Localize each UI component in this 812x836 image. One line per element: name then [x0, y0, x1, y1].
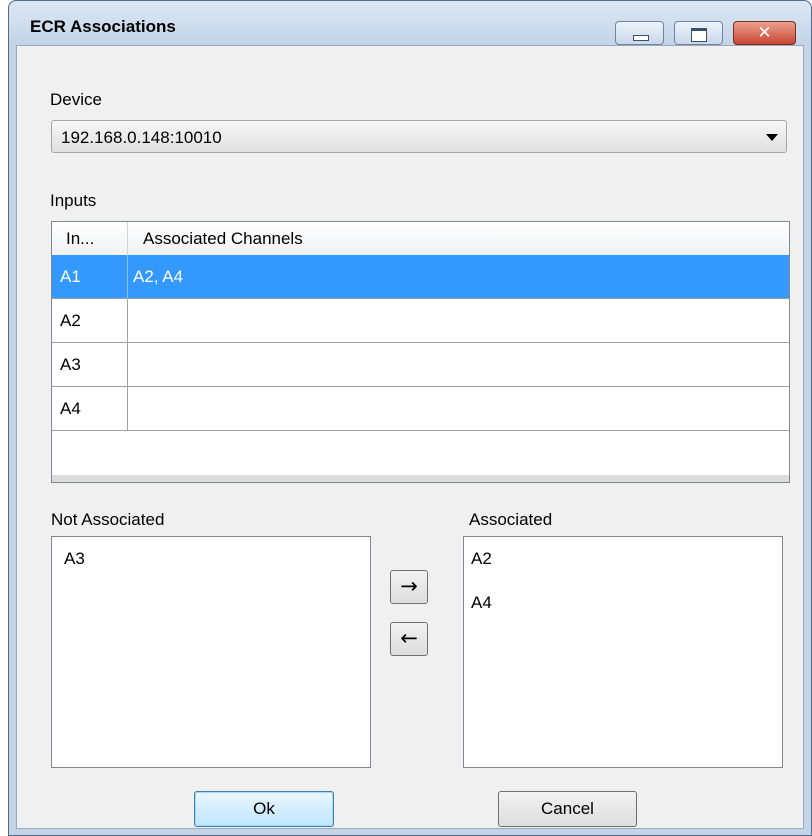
- minimize-icon: [633, 35, 649, 41]
- window-title: ECR Associations: [30, 17, 176, 36]
- arrow-left-icon: ←: [400, 626, 418, 650]
- table-row[interactable]: A4: [52, 387, 789, 431]
- grid-header: In... Associated Channels: [52, 222, 789, 256]
- table-row[interactable]: A3: [52, 343, 789, 387]
- input-cell[interactable]: A2: [52, 299, 128, 343]
- input-cell[interactable]: A1: [52, 255, 128, 299]
- add-association-button[interactable]: →: [390, 570, 428, 604]
- associated-list[interactable]: A2 A4: [463, 536, 783, 768]
- associated-label: Associated: [469, 510, 553, 529]
- dialog-client-area: Device 192.168.0.148:10010 Inputs In... …: [16, 45, 804, 829]
- grid-empty-area: [52, 475, 789, 482]
- close-icon: ✕: [757, 23, 772, 43]
- not-associated-label: Not Associated: [51, 510, 165, 529]
- channels-cell[interactable]: [128, 299, 789, 343]
- cancel-button[interactable]: Cancel: [498, 791, 637, 827]
- table-row[interactable]: A2: [52, 299, 789, 343]
- input-cell[interactable]: A4: [52, 387, 128, 431]
- arrow-right-icon: →: [400, 574, 418, 598]
- table-row[interactable]: A1 A2, A4: [52, 255, 789, 299]
- list-item[interactable]: A4: [471, 593, 492, 613]
- inputs-grid[interactable]: In... Associated Channels A1 A2, A4 A2 A…: [51, 221, 790, 483]
- title-bar[interactable]: ECR Associations ✕: [9, 1, 811, 45]
- maximize-icon: [691, 28, 707, 42]
- close-button[interactable]: ✕: [733, 21, 796, 45]
- input-cell[interactable]: A3: [52, 343, 128, 387]
- dialog-window: ECR Associations ✕ Device 192.168.0.148:…: [8, 0, 812, 836]
- device-dropdown[interactable]: 192.168.0.148:10010: [51, 120, 787, 153]
- list-item[interactable]: A3: [64, 549, 85, 569]
- inputs-label: Inputs: [50, 191, 97, 210]
- remove-association-button[interactable]: ←: [390, 622, 428, 656]
- device-dropdown-value: 192.168.0.148:10010: [61, 128, 222, 147]
- column-header-associated-channels[interactable]: Associated Channels: [128, 222, 789, 255]
- column-header-input[interactable]: In...: [52, 222, 128, 255]
- list-item[interactable]: A2: [471, 549, 492, 569]
- channels-cell[interactable]: A2, A4: [128, 255, 789, 299]
- channels-cell[interactable]: [128, 343, 789, 387]
- maximize-button[interactable]: [674, 21, 723, 45]
- chevron-down-icon[interactable]: [766, 134, 778, 141]
- device-label: Device: [50, 90, 102, 109]
- not-associated-list[interactable]: A3: [51, 536, 371, 768]
- channels-cell[interactable]: [128, 387, 789, 431]
- ok-button[interactable]: Ok: [194, 791, 334, 827]
- minimize-button[interactable]: [615, 21, 664, 45]
